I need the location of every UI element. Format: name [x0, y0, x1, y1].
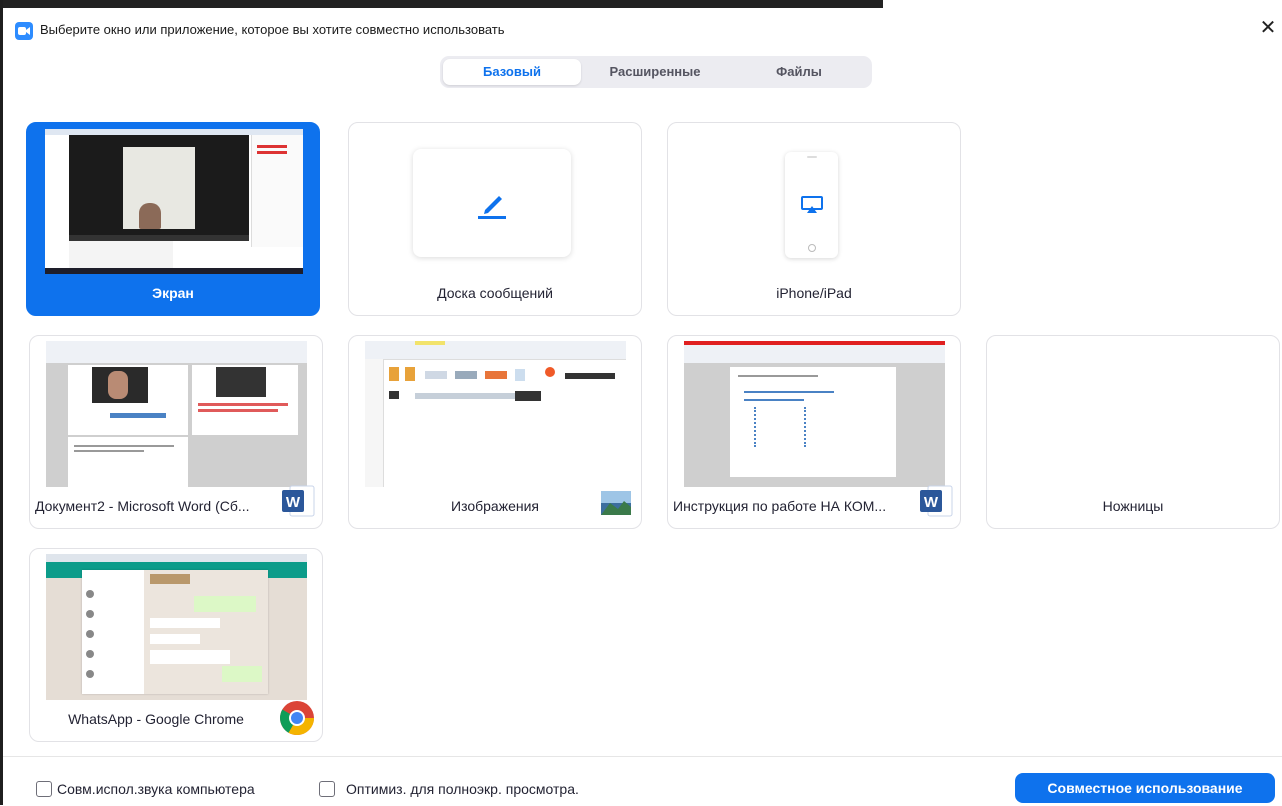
chrome-icon — [280, 701, 314, 735]
images-thumbnail — [365, 341, 626, 487]
title-bar: Выберите окно или приложение, которое вы… — [3, 0, 1282, 44]
pen-icon — [478, 196, 506, 219]
tile-label: Экран — [152, 285, 194, 301]
word-icon: W — [282, 485, 315, 517]
word-icon: W — [920, 485, 953, 517]
svg-text:W: W — [924, 494, 939, 511]
share-tile-snipping-tool[interactable]: Ножницы — [986, 335, 1280, 529]
share-tile-screen[interactable]: Экран — [26, 122, 320, 316]
share-tile-images[interactable]: Изображения — [348, 335, 642, 529]
tile-label: Инструкция по работе НА КОМ... — [673, 498, 887, 514]
screen-thumbnail — [45, 129, 303, 274]
tile-label: Изображения — [451, 498, 539, 514]
optimize-video-label[interactable]: Оптимиз. для полноэкр. просмотра. — [346, 781, 579, 797]
zoom-camera-icon — [15, 22, 33, 40]
svg-text:W: W — [286, 494, 301, 511]
whatsapp-thumbnail — [46, 554, 307, 700]
tile-label: Ножницы — [1102, 498, 1164, 514]
share-tile-whiteboard[interactable]: Доска сообщений — [348, 122, 642, 316]
dialog-title: Выберите окно или приложение, которое вы… — [40, 22, 505, 37]
share-screen-dialog: Выберите окно или приложение, которое вы… — [0, 0, 1282, 805]
share-tile-word-instruction[interactable]: Инструкция по работе НА КОМ... W — [667, 335, 961, 529]
close-icon[interactable]: ✕ — [1256, 16, 1280, 40]
photos-icon — [601, 491, 631, 515]
tab-basic[interactable]: Базовый — [443, 59, 581, 85]
share-button[interactable]: Совместное использование — [1015, 773, 1275, 803]
share-sound-label[interactable]: Совм.испол.звука компьютера — [57, 781, 255, 797]
phone-graphic — [785, 152, 838, 258]
tile-label: WhatsApp - Google Chrome — [68, 711, 244, 727]
share-tile-iphone-ipad[interactable]: iPhone/iPad — [667, 122, 961, 316]
tile-label: Документ2 - Microsoft Word (Сб... — [35, 498, 250, 514]
tile-label: Доска сообщений — [437, 285, 553, 301]
share-tile-word-document2[interactable]: Документ2 - Microsoft Word (Сб... W — [29, 335, 323, 529]
footer-bar: Совм.испол.звука компьютера Оптимиз. для… — [3, 756, 1282, 806]
whiteboard-card — [413, 149, 571, 257]
share-mode-tabs: Базовый Расширенные Файлы — [440, 56, 872, 88]
optimize-video-checkbox[interactable] — [319, 781, 335, 797]
share-tile-whatsapp-chrome[interactable]: WhatsApp - Google Chrome — [29, 548, 323, 742]
tile-label: iPhone/iPad — [776, 285, 852, 301]
tab-advanced[interactable]: Расширенные — [585, 59, 725, 85]
share-sound-checkbox[interactable] — [36, 781, 52, 797]
tab-files[interactable]: Файлы — [729, 59, 869, 85]
airplay-icon — [801, 196, 823, 213]
word-thumbnail — [46, 341, 307, 487]
word-instruction-thumbnail — [684, 341, 945, 487]
